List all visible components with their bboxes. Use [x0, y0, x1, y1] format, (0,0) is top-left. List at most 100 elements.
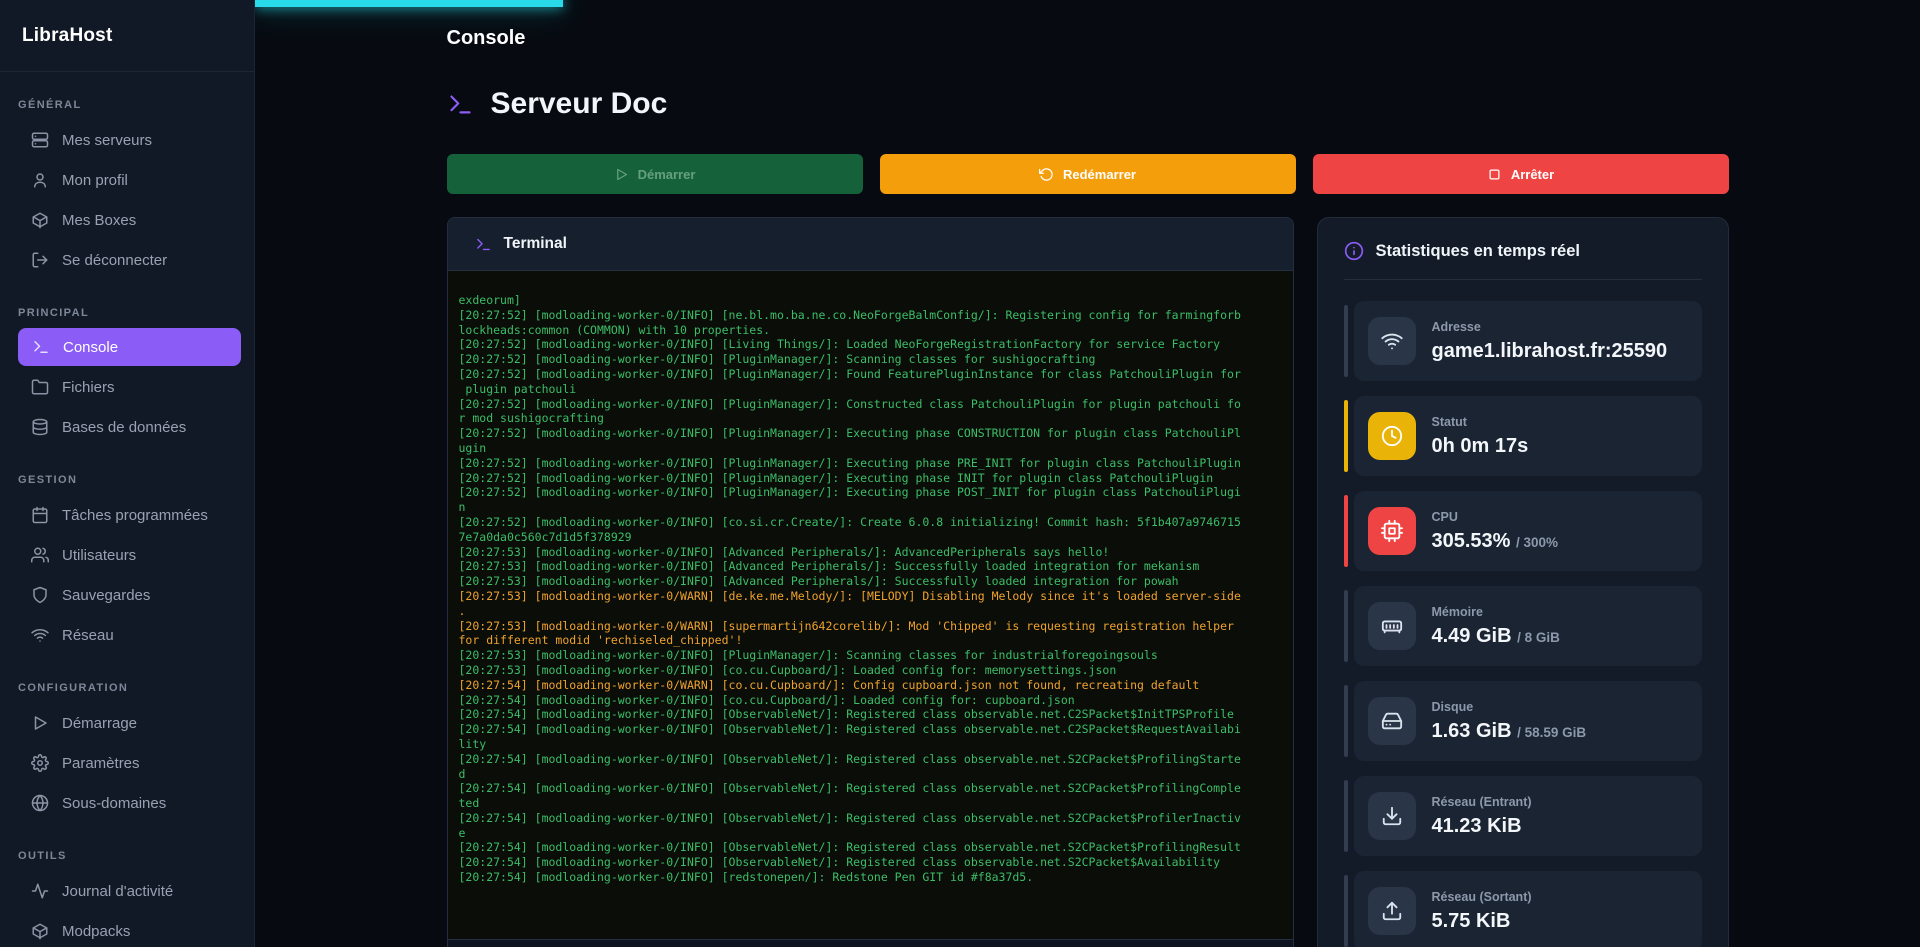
sidebar-item-reseau[interactable]: Réseau [0, 615, 254, 655]
log-line: [20:27:54] [modloading-worker-0/INFO] [O… [459, 722, 1282, 737]
log-line: e [459, 826, 1282, 841]
calendar-icon [31, 506, 49, 524]
restart-button-label: Redémarrer [1063, 167, 1136, 182]
log-line: [20:27:52] [modloading-worker-0/INFO] [P… [459, 456, 1282, 471]
stats-panel: Statistiques en temps réel Adressegame1.… [1317, 217, 1729, 947]
terminal-header: Terminal [448, 218, 1293, 271]
servers-icon [31, 131, 49, 149]
stat-value: 1.63 GiB / 58.59 GiB [1432, 720, 1587, 743]
sidebar-item-label: Paramètres [62, 755, 140, 772]
sidebar-item-label: Mon profil [62, 172, 128, 189]
stat-value: 41.23 KiB [1432, 815, 1532, 838]
server-actions: Démarrer Redémarrer Arrêter [447, 154, 1729, 194]
stat-value: 305.53% / 300% [1432, 530, 1559, 553]
sidebar-section-label: GÉNÉRAL [18, 99, 236, 111]
stat-icon-box [1368, 887, 1416, 935]
sidebar-section-label: OUTILS [18, 850, 236, 862]
stat-value-main: 4.49 GiB [1432, 625, 1512, 647]
sidebar-item-mes-boxes[interactable]: Mes Boxes [0, 200, 254, 240]
stat-value-suffix: / 8 GiB [1517, 630, 1560, 645]
upload-icon [1381, 900, 1403, 922]
terminal-command-bar[interactable] [448, 939, 1293, 947]
sidebar-item-demarrage[interactable]: Démarrage [0, 703, 254, 743]
play-icon [31, 714, 49, 732]
restart-button[interactable]: Redémarrer [880, 154, 1296, 194]
stat-icon-box [1368, 697, 1416, 745]
stat-text: CPU 305.53% / 300% [1432, 510, 1559, 553]
sidebar-item-parametres[interactable]: Paramètres [0, 743, 254, 783]
stat-value: 4.49 GiB / 8 GiB [1432, 625, 1560, 648]
stat-icon-box [1368, 507, 1416, 555]
sidebar-item-taches-programmees[interactable]: Tâches programmées [0, 495, 254, 535]
terminal-icon [447, 91, 474, 118]
cpu-icon [1381, 520, 1403, 542]
log-line: [20:27:53] [modloading-worker-0/INFO] [c… [459, 663, 1282, 678]
stat-label: Statut [1432, 415, 1529, 429]
cube-icon [31, 922, 49, 940]
sidebar-item-mon-profil[interactable]: Mon profil [0, 160, 254, 200]
sidebar-item-se-deconnecter[interactable]: Se déconnecter [0, 240, 254, 280]
log-line: [20:27:54] [modloading-worker-0/INFO] [O… [459, 781, 1282, 796]
sidebar-item-sous-domaines[interactable]: Sous-domaines [0, 783, 254, 823]
users-icon [31, 546, 49, 564]
gear-icon [31, 754, 49, 772]
wifi-icon [31, 626, 49, 644]
stat-label: Réseau (Sortant) [1432, 890, 1532, 904]
sidebar-item-label: Fichiers [62, 379, 115, 396]
stat-value: game1.librahost.fr:25590 [1432, 340, 1668, 363]
stat-value-main: 1.63 GiB [1432, 720, 1512, 742]
stats-cards: Adressegame1.librahost.fr:25590Statut0h … [1344, 301, 1702, 947]
stat-label: Réseau (Entrant) [1432, 795, 1532, 809]
globe-icon [31, 794, 49, 812]
brand-logo: LibraHost [0, 0, 254, 72]
sidebar-section-label: PRINCIPAL [18, 307, 236, 319]
stat-value-suffix: / 300% [1516, 535, 1558, 550]
stat-icon-box [1368, 602, 1416, 650]
disk-icon [1381, 710, 1403, 732]
info-icon [1344, 241, 1364, 261]
log-line: [20:27:52] [modloading-worker-0/INFO] [P… [459, 352, 1282, 367]
sidebar-item-label: Tâches programmées [62, 507, 208, 524]
stop-button[interactable]: Arrêter [1313, 154, 1729, 194]
sidebar-section-label: GESTION [18, 474, 236, 486]
sidebar-item-fichiers[interactable]: Fichiers [0, 367, 254, 407]
stat-card-disque: Disque1.63 GiB / 58.59 GiB [1354, 681, 1702, 761]
sidebar-item-sauvegardes[interactable]: Sauvegardes [0, 575, 254, 615]
sidebar-item-label: Sauvegardes [62, 587, 150, 604]
sidebar-item-journal-d-activite[interactable]: Journal d'activité [0, 871, 254, 911]
stat-value-main: 0h 0m 17s [1432, 435, 1529, 457]
start-button[interactable]: Démarrer [447, 154, 863, 194]
log-line: [20:27:53] [modloading-worker-0/INFO] [P… [459, 648, 1282, 663]
start-button-label: Démarrer [638, 167, 696, 182]
server-name: Serveur Doc [491, 87, 668, 121]
sidebar-item-label: Journal d'activité [62, 883, 173, 900]
stat-accent-bar [1344, 495, 1348, 567]
user-icon [31, 171, 49, 189]
memory-icon [1381, 615, 1403, 637]
sidebar-item-label: Mes Boxes [62, 212, 136, 229]
shield-icon [31, 586, 49, 604]
log-line: exdeorum] [459, 293, 1282, 308]
restart-icon [1039, 167, 1054, 182]
stat-label: Mémoire [1432, 605, 1560, 619]
stat-label: CPU [1432, 510, 1559, 524]
database-icon [31, 418, 49, 436]
log-line: [20:27:53] [modloading-worker-0/WARN] [s… [459, 619, 1282, 634]
sidebar-item-utilisateurs[interactable]: Utilisateurs [0, 535, 254, 575]
stat-icon-box [1368, 792, 1416, 840]
sidebar-item-label: Console [63, 339, 118, 356]
terminal-icon [475, 236, 492, 253]
sidebar-item-mes-serveurs[interactable]: Mes serveurs [0, 120, 254, 160]
terminal-output[interactable]: exdeorum] [20:27:52] [modloading-worker-0… [448, 271, 1293, 939]
content-row: Terminal exdeorum] [20:27:52] [modloading… [447, 217, 1729, 947]
sidebar-item-label: Modpacks [62, 923, 130, 940]
sidebar-item-modpacks[interactable]: Modpacks [0, 911, 254, 947]
log-line: plugin patchouli [459, 382, 1282, 397]
sidebar-item-bases-de-donnees[interactable]: Bases de données [0, 407, 254, 447]
log-line: for different modid 'rechiseled_chipped'… [459, 633, 1282, 648]
stat-card-reseau-sortant: Réseau (Sortant)5.75 KiB [1354, 871, 1702, 947]
stat-value: 0h 0m 17s [1432, 435, 1529, 458]
sidebar-item-console[interactable]: Console [18, 328, 241, 366]
log-line: d [459, 767, 1282, 782]
stat-accent-bar [1344, 685, 1348, 757]
